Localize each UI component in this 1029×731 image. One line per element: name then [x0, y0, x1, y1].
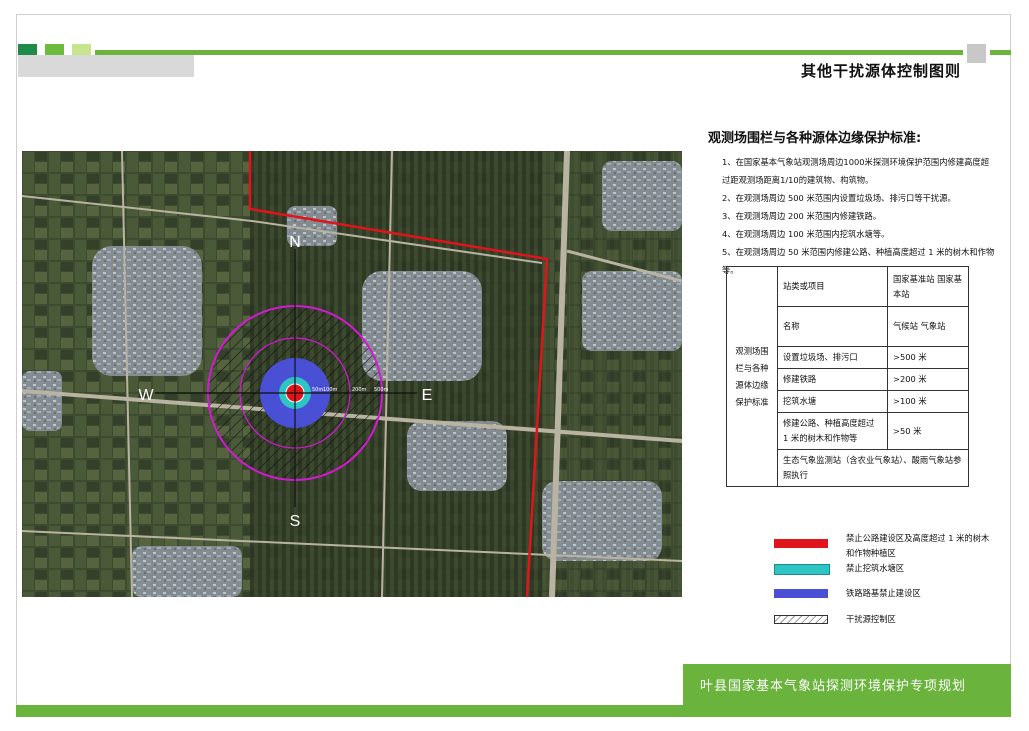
table-cell-value: >500 米 [887, 346, 969, 369]
table-cell-item: 修建铁路 [777, 368, 888, 391]
legend-swatch-cyan [774, 564, 830, 575]
ring-label-50m: 50m [312, 387, 323, 393]
requirements-list: 1、在国家基本气象站观测场周边1000米探测环境保护范围内修建高度超过距观测场距… [722, 153, 997, 279]
requirement-item: 4、在观测场周边 100 米范围内挖筑水塘等。 [722, 229, 890, 239]
ring-label-500m: 500m [374, 387, 389, 393]
legend-label: 铁路路基禁止建设区 [846, 588, 921, 598]
requirement-item: 1、在国家基本气象站观测场周边1000米探测环境保护范围内修建高度超过距观测场距… [722, 157, 990, 185]
map-canvas: N S W E 50m 100m 200m 500m [22, 151, 682, 597]
table-note: 生态气象监测站（含农业气象站）、酸雨气象站参照执行 [777, 449, 969, 487]
table-side-label: 观测场围栏与各种源体边缘保护标准 [726, 266, 778, 487]
header-gray-square [967, 44, 986, 63]
ring-label-100m: 100m [323, 387, 338, 393]
footer-title: 叶县国家基本气象站探测环境保护专项规划 [700, 679, 967, 694]
header-rule [95, 50, 963, 55]
standards-table: 观测场围栏与各种源体边缘保护标准 站类或项目 国家基准站 国家基本站 名称 气候… [726, 266, 969, 487]
standards-title: 观测场围栏与各种源体边缘保护标准: [708, 131, 922, 146]
table-header-value: 国家基准站 国家基本站 [887, 266, 969, 307]
header-gray-bar [18, 55, 194, 77]
table-header-item: 站类或项目 [777, 266, 888, 307]
ring-label-200m: 200m [352, 387, 367, 393]
legend-swatch-blue [774, 589, 828, 598]
legend-swatch-hatch [774, 615, 828, 624]
table-cell-value: >100 米 [887, 390, 969, 413]
header-rule-end [990, 50, 1011, 55]
legend-label: 干扰源控制区 [846, 614, 896, 624]
compass-south: S [290, 513, 301, 530]
table-row: 观测场围栏与各种源体边缘保护标准 站类或项目 国家基准站 国家基本站 [726, 266, 969, 487]
requirement-item: 3、在观测场周边 200 米范围内修建铁路。 [722, 211, 882, 221]
table-cell-item: 设置垃圾场、排污口 [777, 346, 888, 369]
table-cell-value: >200 米 [887, 368, 969, 391]
legend-swatch-red [774, 539, 828, 548]
table-cell-value: >50 米 [887, 412, 969, 450]
table-cell-item: 修建公路、种植高度超过 1 米的树木和作物等 [777, 412, 888, 450]
legend-label: 禁止公路建设区及高度超过 1 米的树木和作物种植区 [846, 533, 990, 558]
satellite-map: N S W E 50m 100m 200m 500m [22, 151, 682, 597]
compass-north: N [289, 234, 301, 251]
footer-rule [16, 705, 1011, 717]
page-title: 其他干扰源体控制图则 [800, 62, 961, 80]
legend-label: 禁止挖筑水塘区 [846, 563, 905, 573]
compass-east: E [422, 387, 433, 404]
table-cell-value: 气候站 气象站 [887, 306, 969, 347]
table-cell-item: 名称 [777, 306, 888, 347]
table-cell-item: 挖筑水塘 [777, 390, 888, 413]
compass-west: W [138, 387, 154, 404]
requirement-item: 2、在观测场周边 500 米范围内设置垃圾场、排污口等干扰源。 [722, 193, 956, 203]
